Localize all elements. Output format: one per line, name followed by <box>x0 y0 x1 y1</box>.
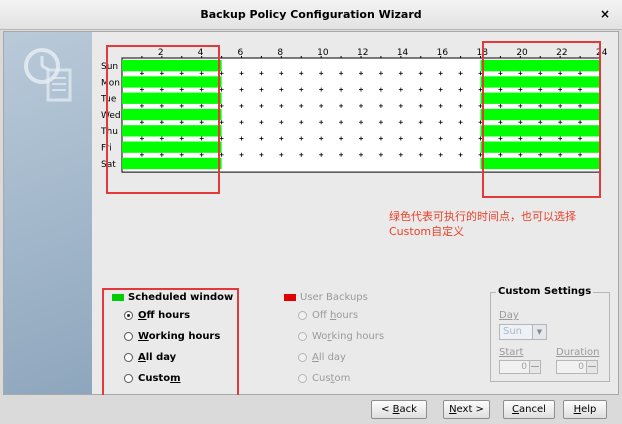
back-button[interactable]: < Back <box>371 400 427 419</box>
day-select-value: Sun <box>503 326 523 337</box>
annotation-line-1: 绿色代表可执行的时间点，也可以选择 <box>389 210 576 223</box>
user-custom-radio[interactable]: Custom <box>298 373 350 384</box>
next-button[interactable]: Next > <box>443 400 490 419</box>
scheduled-bar <box>122 125 222 137</box>
help-button[interactable]: Help <box>563 400 607 419</box>
start-label: Start <box>499 347 524 358</box>
user-custom-label: Custom <box>312 373 351 384</box>
scheduled-bar <box>122 60 222 72</box>
duration-spinner-value: 0 <box>578 362 584 372</box>
user-backups-title: User Backups <box>284 292 368 303</box>
custom-settings-title: Custom Settings <box>496 286 594 297</box>
scheduled-bar <box>122 92 222 104</box>
annotation-line-2: Custom自定义 <box>389 225 465 238</box>
scheduled-all-day-radio[interactable]: All day <box>124 352 176 363</box>
day-select[interactable]: Sun ▼ <box>499 324 547 340</box>
clock-document-icon <box>24 48 72 102</box>
duration-spinner[interactable]: 0 <box>556 360 598 374</box>
scheduled-swatch <box>112 294 124 301</box>
cancel-button[interactable]: Cancel <box>503 400 555 419</box>
button-bar: < Back Next > Cancel Help <box>0 395 622 424</box>
scheduled-off-hours-label: Off hours <box>138 310 191 321</box>
scheduled-bar <box>122 76 222 88</box>
custom-settings-group: Custom Settings Day Sun ▼ Start Duration… <box>490 286 610 382</box>
schedule-grid[interactable]: SunMonTueWedThuFriSat2 4 6 8 10 12 14 16 18 20 22 2… <box>92 32 618 217</box>
hour-label: 14 <box>397 48 409 58</box>
hour-label: 8 <box>277 48 283 58</box>
scheduled-bar <box>122 141 222 153</box>
radio-icon <box>298 332 307 341</box>
day-label: Fri <box>101 144 112 154</box>
radio-icon <box>124 374 133 383</box>
hour-label: 18 <box>477 48 489 58</box>
wizard-content: Sun Mon Tue Wed Thu Fri Sat 2 4 6 8 10 12 14 16 18 20 22 2… <box>92 32 618 400</box>
scheduled-bar <box>480 125 600 137</box>
back-button-label: < Back <box>381 404 417 415</box>
window-title: Backup Policy Configuration Wizard <box>200 8 422 21</box>
radio-icon <box>124 311 133 320</box>
scheduled-bar <box>480 76 600 88</box>
scheduled-window-title: Scheduled window <box>112 292 233 303</box>
user-backups-label: User Backups <box>300 292 368 303</box>
scheduled-custom-label: Custom <box>138 373 181 384</box>
day-label: Wed <box>101 111 121 121</box>
start-spinner-value: 0 <box>521 362 527 372</box>
user-all-day-radio[interactable]: All day <box>298 352 346 363</box>
user-working-hours-label: Working hours <box>312 331 385 342</box>
radio-icon <box>124 353 133 362</box>
scheduled-bar <box>480 141 600 153</box>
wizard-side-panel <box>4 32 92 394</box>
annotation-note: 绿色代表可执行的时间点，也可以选择 Custom自定义 <box>389 209 609 239</box>
duration-label: Duration <box>556 347 600 358</box>
start-spinner[interactable]: 0 <box>499 360 541 374</box>
scheduled-custom-radio[interactable]: Custom <box>124 373 180 384</box>
scheduled-bar <box>122 157 222 170</box>
next-button-label: Next > <box>449 404 484 415</box>
spinner-button[interactable] <box>529 361 540 373</box>
user-off-hours-label: Off hours <box>312 310 359 321</box>
hour-label: 22 <box>556 48 567 58</box>
day-label: Sun <box>101 62 118 72</box>
user-working-hours-radio[interactable]: Working hours <box>298 331 384 342</box>
radio-icon <box>298 374 307 383</box>
scheduled-all-day-label: All day <box>138 352 177 363</box>
scheduled-bar <box>122 108 222 121</box>
hour-label: 10 <box>317 48 329 58</box>
title-bar: Backup Policy Configuration Wizard × <box>0 0 622 30</box>
scheduled-window-label: Scheduled window <box>128 292 234 303</box>
hour-label: 20 <box>516 48 528 58</box>
user-backups-swatch <box>284 294 296 301</box>
scheduled-off-hours-radio[interactable]: Off hours <box>124 310 190 321</box>
hour-label: 12 <box>357 48 368 58</box>
day-label: Day <box>499 310 519 321</box>
scheduled-bar <box>480 92 600 104</box>
user-off-hours-radio[interactable]: Off hours <box>298 310 358 321</box>
day-label: Mon <box>101 78 120 88</box>
radio-icon <box>124 332 133 341</box>
spinner-button[interactable] <box>586 361 597 373</box>
cancel-button-label: Cancel <box>512 404 546 415</box>
scheduled-bar <box>480 60 600 72</box>
scheduled-working-hours-label: Working hours <box>138 331 221 342</box>
day-label: Thu <box>100 127 118 137</box>
chevron-down-icon: ▼ <box>532 325 546 339</box>
scheduled-working-hours-radio[interactable]: Working hours <box>124 331 220 342</box>
close-icon[interactable]: × <box>600 7 610 21</box>
user-all-day-label: All day <box>312 352 346 363</box>
day-label: Sat <box>101 160 116 170</box>
hour-label: 24 <box>596 48 608 58</box>
hour-label: 4 <box>198 48 204 58</box>
hour-label: 6 <box>238 48 244 58</box>
radio-icon <box>298 353 307 362</box>
wizard-frame: Sun Mon Tue Wed Thu Fri Sat 2 4 6 8 10 12 14 16 18 20 22 2… <box>3 31 619 400</box>
radio-icon <box>298 311 307 320</box>
day-label: Tue <box>100 95 117 105</box>
help-button-label: Help <box>573 404 597 415</box>
hour-label: 2 <box>158 48 164 58</box>
scheduled-bar <box>480 157 600 170</box>
scheduled-bar <box>480 108 600 121</box>
hour-label: 16 <box>437 48 449 58</box>
